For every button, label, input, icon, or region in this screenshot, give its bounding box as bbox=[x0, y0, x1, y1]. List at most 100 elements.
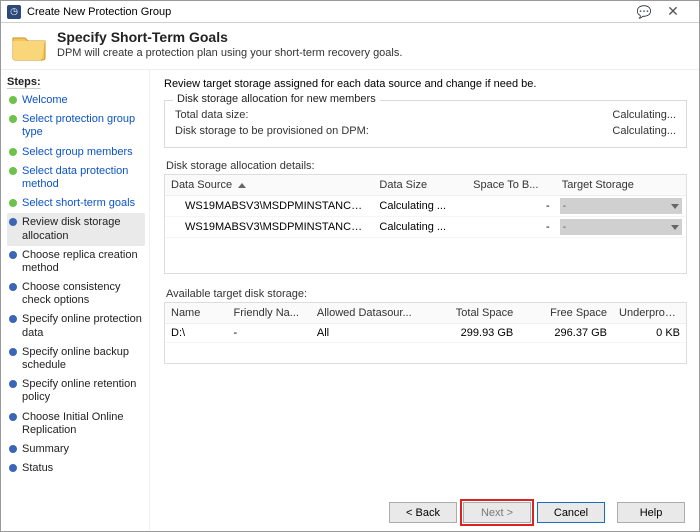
chevron-down-icon bbox=[671, 204, 679, 209]
chevron-down-icon bbox=[671, 225, 679, 230]
step-label: Specify online protection data bbox=[22, 313, 143, 339]
step-label[interactable]: Select group members bbox=[22, 146, 133, 159]
cell-free: 296.37 GB bbox=[519, 324, 613, 343]
sort-asc-icon bbox=[238, 183, 246, 188]
next-button[interactable]: Next > bbox=[463, 502, 531, 523]
wizard-step: Choose Initial Online Replication bbox=[7, 408, 145, 440]
wizard-step: Choose replica creation method bbox=[7, 246, 145, 278]
col-allowed[interactable]: Allowed Datasour... bbox=[311, 303, 426, 324]
step-bullet-icon bbox=[9, 464, 17, 472]
step-label[interactable]: Select data protection method bbox=[22, 165, 143, 191]
back-button[interactable]: < Back bbox=[389, 502, 457, 523]
step-bullet-icon bbox=[9, 413, 17, 421]
avail-section-label: Available target disk storage: bbox=[166, 288, 687, 300]
step-label: Summary bbox=[22, 443, 69, 456]
step-bullet-icon bbox=[9, 283, 17, 291]
avail-table-wrap: Name Friendly Na... Allowed Datasour... … bbox=[164, 302, 687, 364]
table-row[interactable]: WS19MABSV3\MSDPMINSTANCE\ReportServe...C… bbox=[165, 217, 686, 238]
step-bullet-icon bbox=[9, 96, 17, 104]
step-bullet-icon bbox=[9, 315, 17, 323]
table-row[interactable]: D:\-All299.93 GB296.37 GB0 KB bbox=[165, 324, 686, 343]
wizard-step: Status bbox=[7, 459, 145, 478]
cell-under: 0 KB bbox=[613, 324, 686, 343]
col-data-size[interactable]: Data Size bbox=[373, 175, 467, 196]
target-storage-combo[interactable]: - bbox=[560, 198, 682, 214]
feedback-icon[interactable]: 💬 bbox=[635, 5, 653, 19]
col-total[interactable]: Total Space bbox=[425, 303, 519, 324]
wizard-step: Specify online backup schedule bbox=[7, 343, 145, 375]
avail-table: Name Friendly Na... Allowed Datasour... … bbox=[165, 303, 686, 343]
step-bullet-icon bbox=[9, 167, 17, 175]
cancel-button[interactable]: Cancel bbox=[537, 502, 605, 523]
title-bar: ◷ Create New Protection Group 💬 ✕ bbox=[1, 1, 699, 23]
total-size-value: Calculating... bbox=[612, 109, 676, 121]
step-label: Review disk storage allocation bbox=[22, 216, 143, 242]
cell-space: - bbox=[467, 196, 556, 217]
cell-allowed: All bbox=[311, 324, 426, 343]
wizard-step: Review disk storage allocation bbox=[7, 213, 145, 245]
main-pane: Review target storage assigned for each … bbox=[149, 70, 699, 530]
col-name[interactable]: Name bbox=[165, 303, 228, 324]
steps-list: Welcome Select protection group type Selec… bbox=[7, 91, 145, 478]
col-space[interactable]: Space To B... bbox=[467, 175, 556, 196]
wizard-step[interactable]: Select data protection method bbox=[7, 162, 145, 194]
prov-value: Calculating... bbox=[612, 125, 676, 137]
step-label: Choose consistency check options bbox=[22, 281, 143, 307]
cell-size: Calculating ... bbox=[373, 196, 467, 217]
wizard-step: Choose consistency check options bbox=[7, 278, 145, 310]
cell-datasource: WS19MABSV3\MSDPMINSTANCE\ReportServe... bbox=[165, 217, 373, 238]
prov-label: Disk storage to be provisioned on DPM: bbox=[175, 125, 369, 137]
step-bullet-icon bbox=[9, 218, 17, 226]
total-size-label: Total data size: bbox=[175, 109, 248, 121]
details-section-label: Disk storage allocation details: bbox=[166, 160, 687, 172]
folder-icon bbox=[11, 31, 47, 61]
wizard-sidebar: Steps: Welcome Select protection group ty… bbox=[1, 70, 149, 530]
wizard-buttons: < Back Next > Cancel Help bbox=[389, 502, 685, 523]
close-icon[interactable]: ✕ bbox=[653, 3, 693, 20]
step-bullet-icon bbox=[9, 148, 17, 156]
sidebar-heading: Steps: bbox=[7, 76, 145, 88]
alloc-groupbox: Disk storage allocation for new members … bbox=[164, 100, 687, 148]
page-subtitle: DPM will create a protection plan using … bbox=[57, 47, 687, 59]
window-title: Create New Protection Group bbox=[27, 6, 635, 18]
wizard-step: Summary bbox=[7, 440, 145, 459]
step-label: Specify online backup schedule bbox=[22, 346, 143, 372]
col-free[interactable]: Free Space bbox=[519, 303, 613, 324]
cell-name: D:\ bbox=[165, 324, 228, 343]
wizard-step: Specify online retention policy bbox=[7, 375, 145, 407]
step-label[interactable]: Select short-term goals bbox=[22, 197, 135, 210]
cell-size: Calculating ... bbox=[373, 217, 467, 238]
cell-friendly: - bbox=[228, 324, 311, 343]
step-label[interactable]: Welcome bbox=[22, 94, 68, 107]
help-button[interactable]: Help bbox=[617, 502, 685, 523]
app-icon: ◷ bbox=[7, 5, 21, 19]
wizard-step[interactable]: Welcome bbox=[7, 91, 145, 110]
col-data-source[interactable]: Data Source bbox=[165, 175, 373, 196]
col-target[interactable]: Target Storage bbox=[556, 175, 686, 196]
col-friendly[interactable]: Friendly Na... bbox=[228, 303, 311, 324]
step-label: Choose Initial Online Replication bbox=[22, 411, 143, 437]
target-storage-combo[interactable]: - bbox=[560, 219, 682, 235]
step-label: Specify online retention policy bbox=[22, 378, 143, 404]
step-label: Status bbox=[22, 462, 53, 475]
intro-text: Review target storage assigned for each … bbox=[164, 78, 687, 90]
step-label: Choose replica creation method bbox=[22, 249, 143, 275]
details-table-wrap: Data Source Data Size Space To B... Targ… bbox=[164, 174, 687, 274]
step-bullet-icon bbox=[9, 445, 17, 453]
table-row[interactable]: WS19MABSV3\MSDPMINSTANCE\ReportServe...C… bbox=[165, 196, 686, 217]
wizard-step[interactable]: Select short-term goals bbox=[7, 194, 145, 213]
cell-space: - bbox=[467, 217, 556, 238]
cell-total: 299.93 GB bbox=[425, 324, 519, 343]
step-bullet-icon bbox=[9, 251, 17, 259]
wizard-step[interactable]: Select group members bbox=[7, 143, 145, 162]
wizard-step: Specify online protection data bbox=[7, 310, 145, 342]
page-title: Specify Short-Term Goals bbox=[57, 29, 687, 45]
step-bullet-icon bbox=[9, 115, 17, 123]
step-bullet-icon bbox=[9, 380, 17, 388]
step-bullet-icon bbox=[9, 348, 17, 356]
col-under[interactable]: Underprovi... bbox=[613, 303, 686, 324]
details-table: Data Source Data Size Space To B... Targ… bbox=[165, 175, 686, 238]
wizard-step[interactable]: Select protection group type bbox=[7, 110, 145, 142]
step-label[interactable]: Select protection group type bbox=[22, 113, 143, 139]
banner: Specify Short-Term Goals DPM will create… bbox=[1, 23, 699, 70]
